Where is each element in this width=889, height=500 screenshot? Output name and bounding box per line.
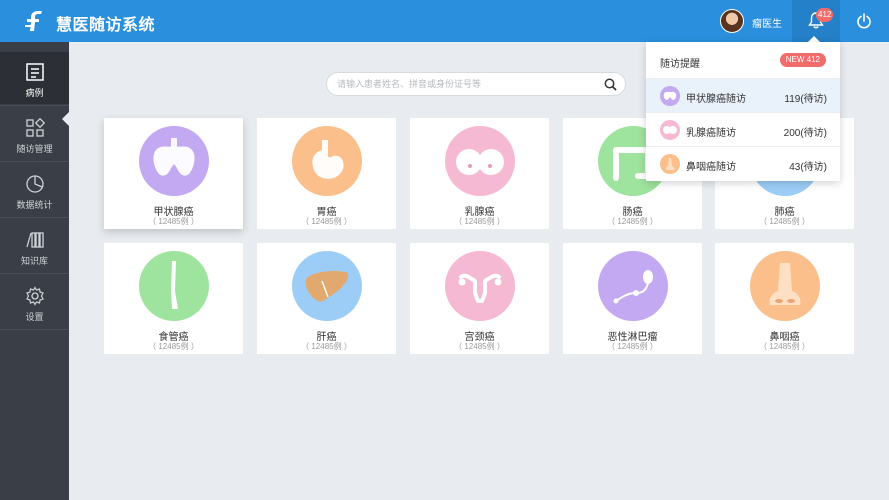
thyroid-icon [660, 86, 680, 106]
reminder-name: 鼻咽癌随访 [686, 162, 736, 173]
reminder-item-thyroid[interactable]: 甲状腺癌随访 119(待访) [646, 78, 840, 112]
sidebar: 病例 随访管理 数据统计 知识库 设置 [0, 42, 70, 500]
app-title: 慧医随访系统 [56, 17, 156, 34]
user-name[interactable]: 瘤医生 [752, 15, 782, 30]
notification-count-badge: 412 [816, 8, 834, 22]
card-count: （ 12485例 ） [454, 217, 505, 226]
lymph-node-icon [598, 251, 668, 321]
followup-reminder-panel: 随访提醒 NEW 412 甲状腺癌随访 119(待访) 乳腺癌随访 200(待访… [646, 42, 840, 181]
sidebar-item-settings[interactable]: 设置 [0, 276, 69, 328]
new-badge: NEW 412 [779, 53, 826, 67]
uterus-icon [445, 251, 515, 321]
disease-card-nasopharynx[interactable]: 鼻咽癌 （ 12485例 ） [715, 243, 854, 354]
reminder-value: 200(待访) [783, 128, 827, 139]
avatar[interactable] [720, 9, 744, 33]
sidebar-item-label: 随访管理 [16, 144, 53, 154]
esophagus-icon [139, 251, 209, 321]
reminder-value: 119(待访) [784, 94, 827, 105]
divider [0, 217, 69, 218]
search-icon[interactable] [604, 78, 617, 91]
liver-icon [292, 251, 362, 321]
reminder-item-nasopharynx[interactable]: 鼻咽癌随访 43(待访) [646, 146, 840, 180]
disease-card-stomach[interactable]: 胃癌 （ 12485例 ） [257, 118, 396, 229]
sidebar-item-followup[interactable]: 随访管理 [0, 108, 69, 160]
card-count: （ 12485例 ） [607, 217, 658, 226]
case-record-icon [25, 63, 44, 81]
card-count: （ 12485例 ） [301, 342, 352, 351]
sidebar-item-label: 数据统计 [16, 200, 53, 210]
breast-icon [660, 120, 680, 140]
reminder-value: 43(待访) [789, 162, 827, 173]
books-icon [25, 232, 44, 248]
pie-chart-icon [25, 175, 44, 193]
search-input[interactable] [337, 76, 597, 92]
reminder-item-breast[interactable]: 乳腺癌随访 200(待访) [646, 112, 840, 146]
divider [0, 161, 69, 162]
sidebar-item-statistics[interactable]: 数据统计 [0, 164, 69, 216]
card-count: （ 12485例 ） [454, 342, 505, 351]
top-bar: 慧医随访系统 瘤医生 412 [0, 0, 889, 42]
disease-card-lymphoma[interactable]: 恶性淋巴瘤 （ 12485例 ） [563, 243, 702, 354]
disease-card-liver[interactable]: 肝癌 （ 12485例 ） [257, 243, 396, 354]
disease-card-esophagus[interactable]: 食管癌 （ 12485例 ） [104, 243, 243, 354]
nose-icon [660, 154, 680, 174]
search-box[interactable] [326, 72, 626, 96]
breast-icon [445, 126, 515, 196]
reminder-name: 乳腺癌随访 [686, 128, 736, 139]
nose-icon [750, 251, 820, 321]
divider [0, 329, 69, 330]
gear-icon [25, 286, 44, 306]
disease-card-breast[interactable]: 乳腺癌 （ 12485例 ） [410, 118, 549, 229]
grid-manage-icon [25, 118, 45, 137]
sidebar-item-label: 设置 [25, 312, 44, 322]
card-count: （ 12485例 ） [148, 217, 199, 226]
stomach-icon [292, 126, 362, 196]
divider [0, 273, 69, 274]
thyroid-icon [139, 126, 209, 196]
disease-card-cervix[interactable]: 宫颈癌 （ 12485例 ） [410, 243, 549, 354]
card-count: （ 12485例 ） [759, 217, 810, 226]
card-count: （ 12485例 ） [607, 342, 658, 351]
sidebar-item-cases[interactable]: 病例 [0, 52, 69, 104]
sidebar-item-label: 病例 [25, 88, 44, 98]
power-icon[interactable] [856, 13, 872, 29]
card-count: （ 12485例 ） [301, 217, 352, 226]
sidebar-item-knowledge[interactable]: 知识库 [0, 220, 69, 272]
divider [0, 105, 69, 106]
sidebar-item-label: 知识库 [20, 256, 48, 266]
reminder-name: 甲状腺癌随访 [686, 94, 746, 105]
panel-title: 随访提醒 [660, 59, 700, 70]
card-count: （ 12485例 ） [148, 342, 199, 351]
disease-card-thyroid[interactable]: 甲状腺癌 （ 12485例 ） [104, 118, 243, 229]
card-count: （ 12485例 ） [759, 342, 810, 351]
app-logo-icon [25, 11, 42, 31]
